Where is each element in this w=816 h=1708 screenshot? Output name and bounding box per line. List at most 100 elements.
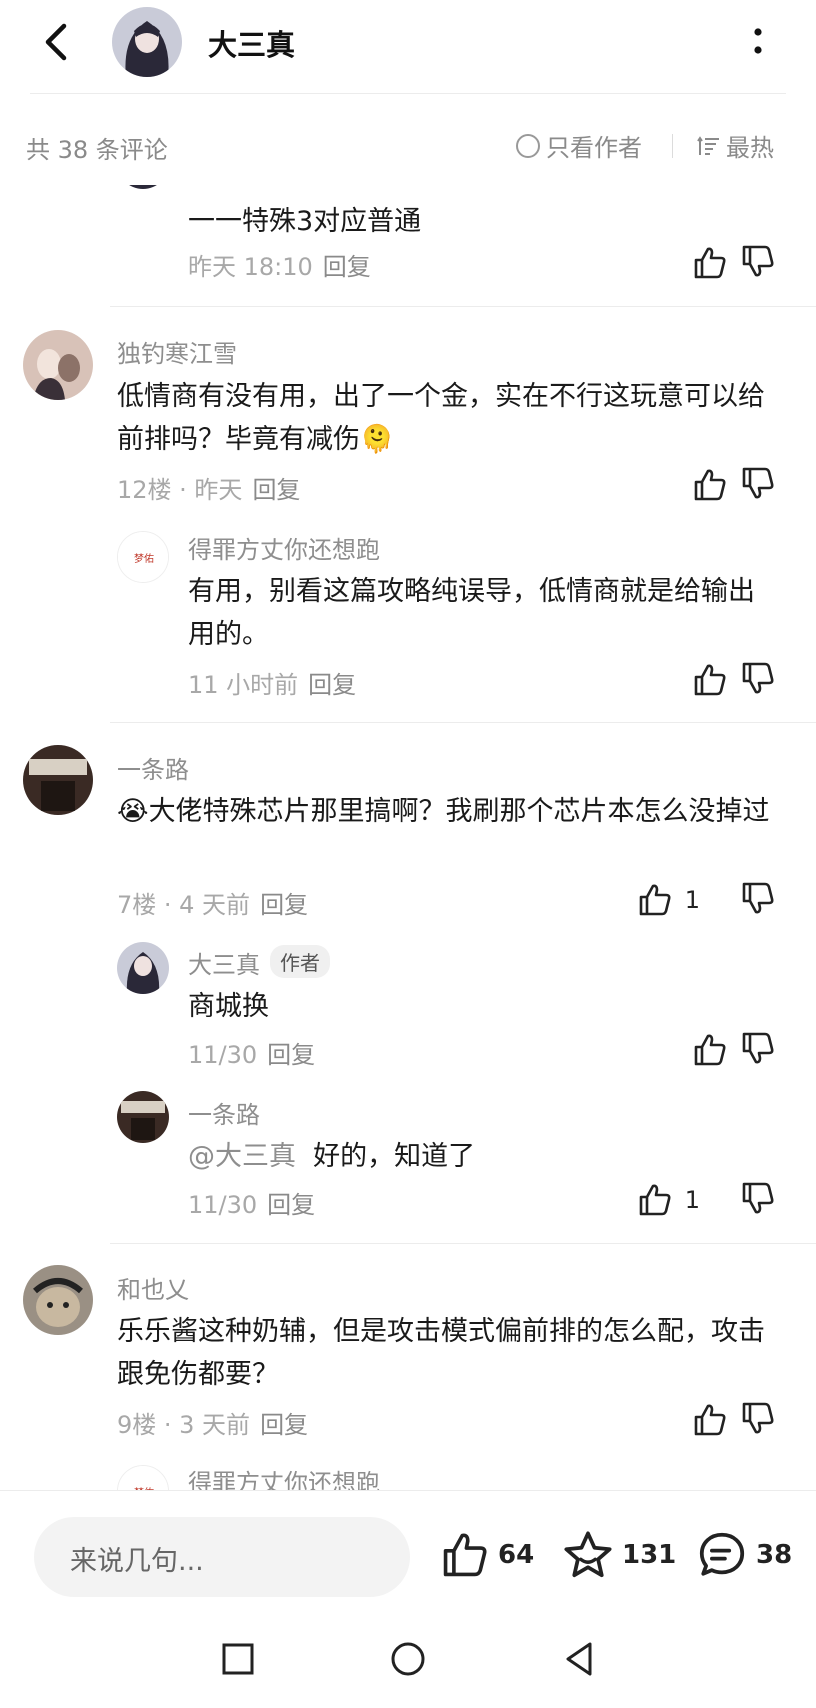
comment-username[interactable]: 得罪方丈你还想跑 — [188, 1463, 380, 1490]
thumbs-up-icon — [694, 247, 726, 279]
thumbs-up-icon — [639, 1184, 671, 1216]
like-button[interactable]: 1 — [620, 1180, 700, 1220]
comment-divider — [110, 1243, 816, 1244]
star-icon — [564, 1531, 612, 1578]
triangle-back-icon — [566, 1642, 592, 1676]
comment-username[interactable]: 大三真 作者 — [188, 945, 330, 980]
thumbs-up-icon — [694, 1034, 726, 1066]
system-nav-bar — [0, 1629, 816, 1689]
like-button[interactable] — [648, 1400, 728, 1440]
comment-count: 共 38 条评论 — [26, 136, 168, 164]
circle-icon — [391, 1642, 425, 1676]
comment-text: 乐乐酱这种奶辅，但是攻击模式偏前排的怎么配，攻击跟免伤都要？ — [117, 1316, 765, 1390]
like-button[interactable] — [648, 243, 728, 283]
chevron-left-icon — [45, 23, 67, 61]
thumbs-down-icon — [742, 882, 774, 914]
reply-button[interactable]: 回复 — [308, 671, 356, 699]
reply-button[interactable]: 回复 — [267, 1041, 315, 1069]
dislike-button[interactable] — [740, 243, 780, 283]
toolbar-separator — [672, 134, 673, 158]
like-count: 1 — [684, 886, 700, 914]
thumbs-up-icon — [443, 1533, 487, 1577]
comment-username[interactable]: 和也乂 — [117, 1270, 189, 1305]
reply-button[interactable]: 回复 — [323, 253, 371, 281]
like-button[interactable] — [648, 1030, 728, 1070]
like-total: 64 — [498, 1540, 535, 1570]
thumbs-down-icon — [742, 467, 774, 499]
like-total-button[interactable]: 64 — [440, 1525, 534, 1585]
home-button[interactable] — [388, 1639, 428, 1679]
thumbs-down-icon — [742, 1402, 774, 1434]
comment-meta: 昨天 18:10 回复 — [188, 247, 371, 282]
favorite-button[interactable]: 131 — [562, 1525, 676, 1585]
comment-total-button[interactable]: 38 — [696, 1525, 792, 1585]
mention[interactable]: @大三真 — [188, 1141, 296, 1172]
comment-username[interactable]: 独钓寒江雪 — [117, 334, 237, 369]
comment-input[interactable]: 来说几句... — [34, 1517, 410, 1597]
comment-text: 低情商有没有用，出了一个金，实在不行这玩意可以给前排吗？毕竟有减伤🫠 — [117, 375, 787, 461]
avatar[interactable] — [117, 942, 169, 994]
comment-bubble-icon — [699, 1532, 745, 1576]
sort-label: 最热 — [726, 134, 774, 162]
favorite-total: 131 — [622, 1540, 677, 1570]
page-title: 大三真 — [208, 28, 296, 62]
comment-time: 11/30 — [188, 1041, 258, 1069]
comment-meta: 12楼 · 昨天 回复 — [117, 470, 300, 505]
comment-meta: 9楼 · 3 天前 回复 — [117, 1405, 308, 1440]
avatar[interactable] — [23, 745, 93, 815]
comment-text: 一一特殊3对应普通 — [188, 206, 422, 237]
back-button[interactable] — [40, 22, 76, 62]
header-divider — [30, 93, 786, 94]
dislike-button[interactable] — [740, 880, 780, 920]
dislike-button[interactable] — [740, 465, 780, 505]
reply-button[interactable]: 回复 — [267, 1191, 315, 1219]
comment-text: 商城换 — [188, 991, 269, 1022]
square-icon — [222, 1643, 254, 1675]
thumbs-down-icon — [742, 1182, 774, 1214]
comment-time: 11/30 — [188, 1191, 258, 1219]
emoji-icon: 😭 — [117, 796, 149, 827]
more-button[interactable] — [748, 24, 768, 60]
thumbs-down-icon — [742, 662, 774, 694]
dislike-button[interactable] — [740, 1030, 780, 1070]
author-only-toggle[interactable]: 只看作者 — [516, 128, 642, 163]
avatar[interactable]: 梦佑 — [117, 531, 169, 583]
comment-body: 大佬特殊芯片那里搞啊？我刷那个芯片本怎么没掉过 — [148, 796, 770, 827]
dislike-button[interactable] — [740, 1400, 780, 1440]
reply-button[interactable]: 回复 — [260, 891, 308, 919]
like-button[interactable] — [648, 465, 728, 505]
comment-meta: 11 小时前 回复 — [188, 665, 356, 700]
like-count: 1 — [684, 1186, 700, 1214]
bottom-bar: 来说几句... 64 131 38 — [0, 1490, 816, 1708]
avatar[interactable] — [23, 330, 93, 400]
comment-username[interactable]: 一条路 — [117, 750, 189, 785]
system-back-button[interactable] — [560, 1639, 600, 1679]
comment-text: 有用，别看这篇攻略纯误导，低情商就是给输出用的。 — [188, 576, 755, 650]
avatar[interactable]: 梦佑 — [117, 1465, 169, 1490]
like-button[interactable]: 1 — [620, 880, 700, 920]
thumbs-up-icon — [694, 1404, 726, 1436]
avatar[interactable] — [117, 185, 169, 189]
like-button[interactable] — [648, 660, 728, 700]
dislike-button[interactable] — [740, 660, 780, 700]
thumbs-up-icon — [694, 469, 726, 501]
sort-button[interactable]: 最热 — [696, 128, 774, 163]
avatar[interactable] — [117, 1091, 169, 1143]
comment-meta: 11/30 回复 — [188, 1185, 315, 1220]
reply-button[interactable]: 回复 — [252, 476, 300, 504]
comment-username[interactable]: 一条路 — [188, 1095, 260, 1130]
comment-meta: 7楼 · 4 天前 回复 — [117, 885, 308, 920]
comment-username[interactable]: 得罪方丈你还想跑 — [188, 530, 380, 565]
avatar[interactable] — [23, 1265, 93, 1335]
comment-floor-time: 7楼 · 4 天前 — [117, 891, 251, 919]
avatar-text: 梦佑 — [134, 552, 154, 565]
thumbs-down-icon — [742, 245, 774, 277]
reply-button[interactable]: 回复 — [260, 1411, 308, 1439]
thumbs-up-icon — [694, 664, 726, 696]
author-avatar[interactable] — [112, 7, 182, 77]
comment-time: 昨天 18:10 — [188, 253, 313, 281]
recent-apps-button[interactable] — [218, 1639, 258, 1679]
author-badge: 作者 — [270, 945, 330, 978]
dislike-button[interactable] — [740, 1180, 780, 1220]
comment-feed[interactable]: 一一特殊3对应普通 昨天 18:10 回复 独钓寒江雪 低情商有没有用，出了一个金… — [0, 185, 816, 1490]
